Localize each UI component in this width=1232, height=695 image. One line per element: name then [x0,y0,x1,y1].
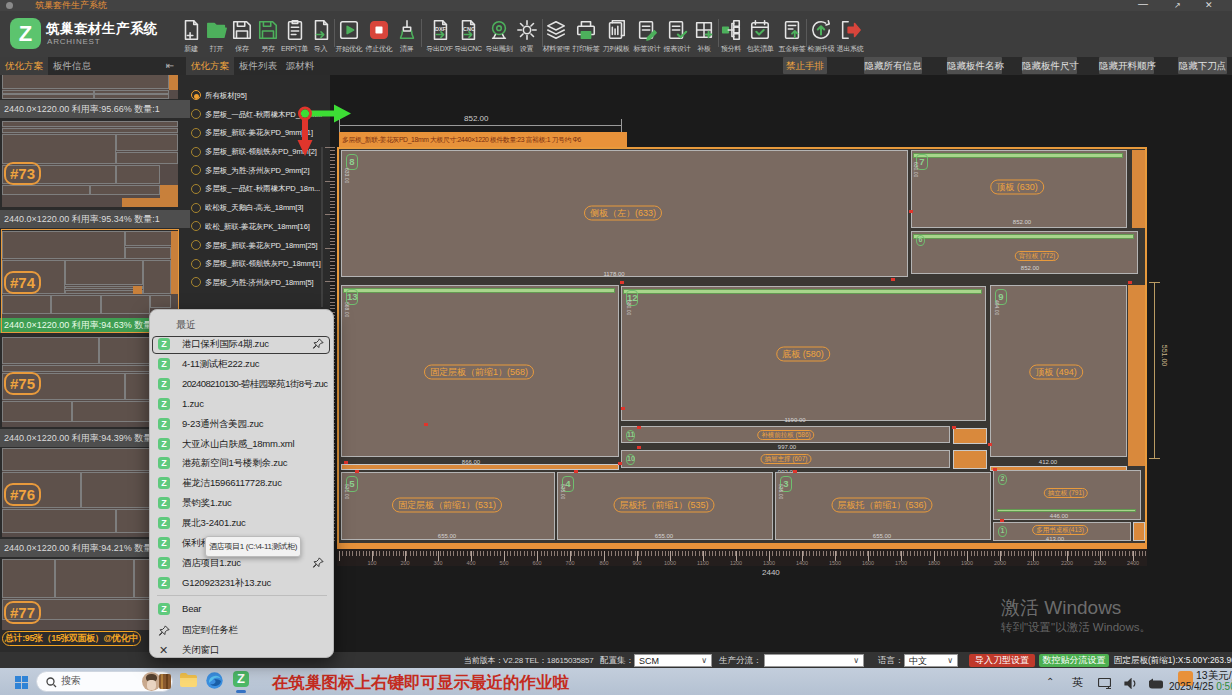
svg-text:CNC: CNC [463,26,475,32]
svg-text:DXF: DXF [434,26,446,32]
